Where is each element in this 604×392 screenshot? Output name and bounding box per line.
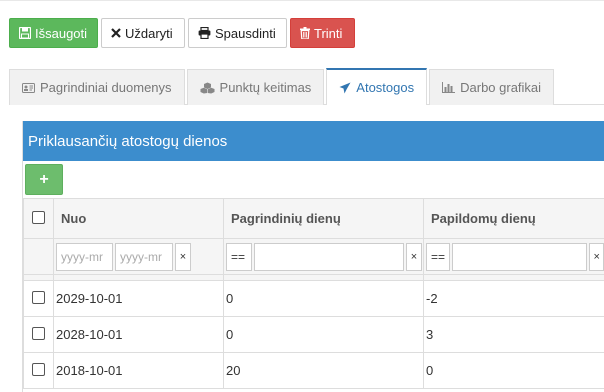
papildomu-filter-input[interactable] <box>451 242 588 271</box>
cell-papildomu: 3 <box>423 316 604 353</box>
filter-row: yyyy-mr yyyy-mr × == × == × <box>23 238 604 275</box>
pagrindiniu-filter-input[interactable] <box>254 242 404 271</box>
floppy-disk-icon <box>19 27 31 39</box>
pagrindiniu-operator-select[interactable]: == <box>226 242 252 271</box>
plus-icon: + <box>39 170 49 188</box>
print-icon <box>198 27 211 39</box>
add-row-button[interactable]: + <box>25 164 63 195</box>
row-select-cell <box>23 316 54 353</box>
tab-pagrindiniai-duomenys[interactable]: Pagrindiniai duomenys <box>9 69 185 105</box>
cell-pagrindiniu: 0 <box>223 280 424 317</box>
row-select-cell <box>23 352 54 389</box>
delete-button[interactable]: Trinti <box>290 18 355 48</box>
filter-nuo-cell: yyyy-mr yyyy-mr × <box>53 238 224 275</box>
cell-papildomu: 0 <box>423 352 604 389</box>
id-card-icon <box>22 82 35 93</box>
papildomu-operator-select[interactable]: == <box>426 242 450 271</box>
close-button[interactable]: Uždaryti <box>101 18 185 48</box>
select-all-cell <box>23 198 54 239</box>
tab-label: Atostogos <box>356 80 415 95</box>
table-header-row: Nuo Pagrindinių dienų Papildomų dienų <box>23 198 604 239</box>
row-checkbox[interactable] <box>32 290 45 304</box>
filter-papildomu-cell: == × <box>423 238 604 275</box>
panel-title: Priklausančių atostogų dienos <box>23 121 604 161</box>
cubes-icon <box>200 82 215 94</box>
save-label: Išsaugoti <box>35 25 88 41</box>
tab-punktu-keitimas[interactable]: Punktų keitimas <box>186 69 325 105</box>
close-icon <box>111 28 121 38</box>
tab-label: Darbo grafikai <box>460 80 542 95</box>
bar-chart-icon <box>442 82 456 93</box>
vacation-panel: Priklausančių atostogų dienos + Nuo Pagr… <box>22 121 604 392</box>
tab-darbo-grafikai[interactable]: Darbo grafikai <box>429 69 555 105</box>
delete-label: Trinti <box>314 25 343 41</box>
clear-papildomu-filter[interactable]: × <box>589 242 604 271</box>
cell-papildomu: -2 <box>423 280 604 317</box>
row-select-cell <box>23 280 54 317</box>
filter-pagrindiniu-cell: == × <box>223 238 424 275</box>
column-header-papildomu[interactable]: Papildomų dienų <box>423 198 604 239</box>
cell-nuo: 2029-10-01 <box>53 280 224 317</box>
print-label: Spausdinti <box>215 25 276 41</box>
trash-icon <box>300 27 310 39</box>
table-row[interactable]: 2018-10-01 20 0 <box>23 352 604 389</box>
column-header-nuo[interactable]: Nuo <box>53 198 224 239</box>
cell-nuo: 2018-10-01 <box>53 352 224 389</box>
table-row[interactable]: 2028-10-01 0 3 <box>23 316 604 353</box>
toolbar: Išsaugoti Uždaryti Spausdinti Trinti <box>9 18 355 48</box>
print-button[interactable]: Spausdinti <box>188 18 287 48</box>
cell-pagrindiniu: 0 <box>223 316 424 353</box>
tab-label: Pagrindiniai duomenys <box>40 80 172 95</box>
row-checkbox[interactable] <box>32 326 45 340</box>
clear-pagrindiniu-filter[interactable]: × <box>406 242 422 271</box>
plane-icon <box>339 82 351 94</box>
column-header-pagrindiniu[interactable]: Pagrindinių dienų <box>223 198 424 239</box>
cell-nuo: 2028-10-01 <box>53 316 224 353</box>
filter-empty-cell <box>23 238 54 275</box>
vacation-table: Nuo Pagrindinių dienų Papildomų dienų yy… <box>23 198 604 389</box>
panel-actions: + <box>23 161 604 198</box>
cell-pagrindiniu: 20 <box>223 352 424 389</box>
table-row[interactable]: 2029-10-01 0 -2 <box>23 280 604 317</box>
select-all-checkbox[interactable] <box>32 210 45 224</box>
row-checkbox[interactable] <box>32 362 45 376</box>
date-from-filter[interactable]: yyyy-mr <box>56 242 113 271</box>
close-label: Uždaryti <box>125 25 173 41</box>
tab-atostogos[interactable]: Atostogos <box>326 68 428 105</box>
top-border <box>0 0 604 1</box>
date-to-filter[interactable]: yyyy-mr <box>115 242 173 271</box>
save-button[interactable]: Išsaugoti <box>9 18 98 48</box>
tab-label: Punktų keitimas <box>219 80 312 95</box>
tab-bar: Pagrindiniai duomenys Punktų keitimas At… <box>9 68 604 105</box>
clear-date-filter[interactable]: × <box>175 242 191 271</box>
